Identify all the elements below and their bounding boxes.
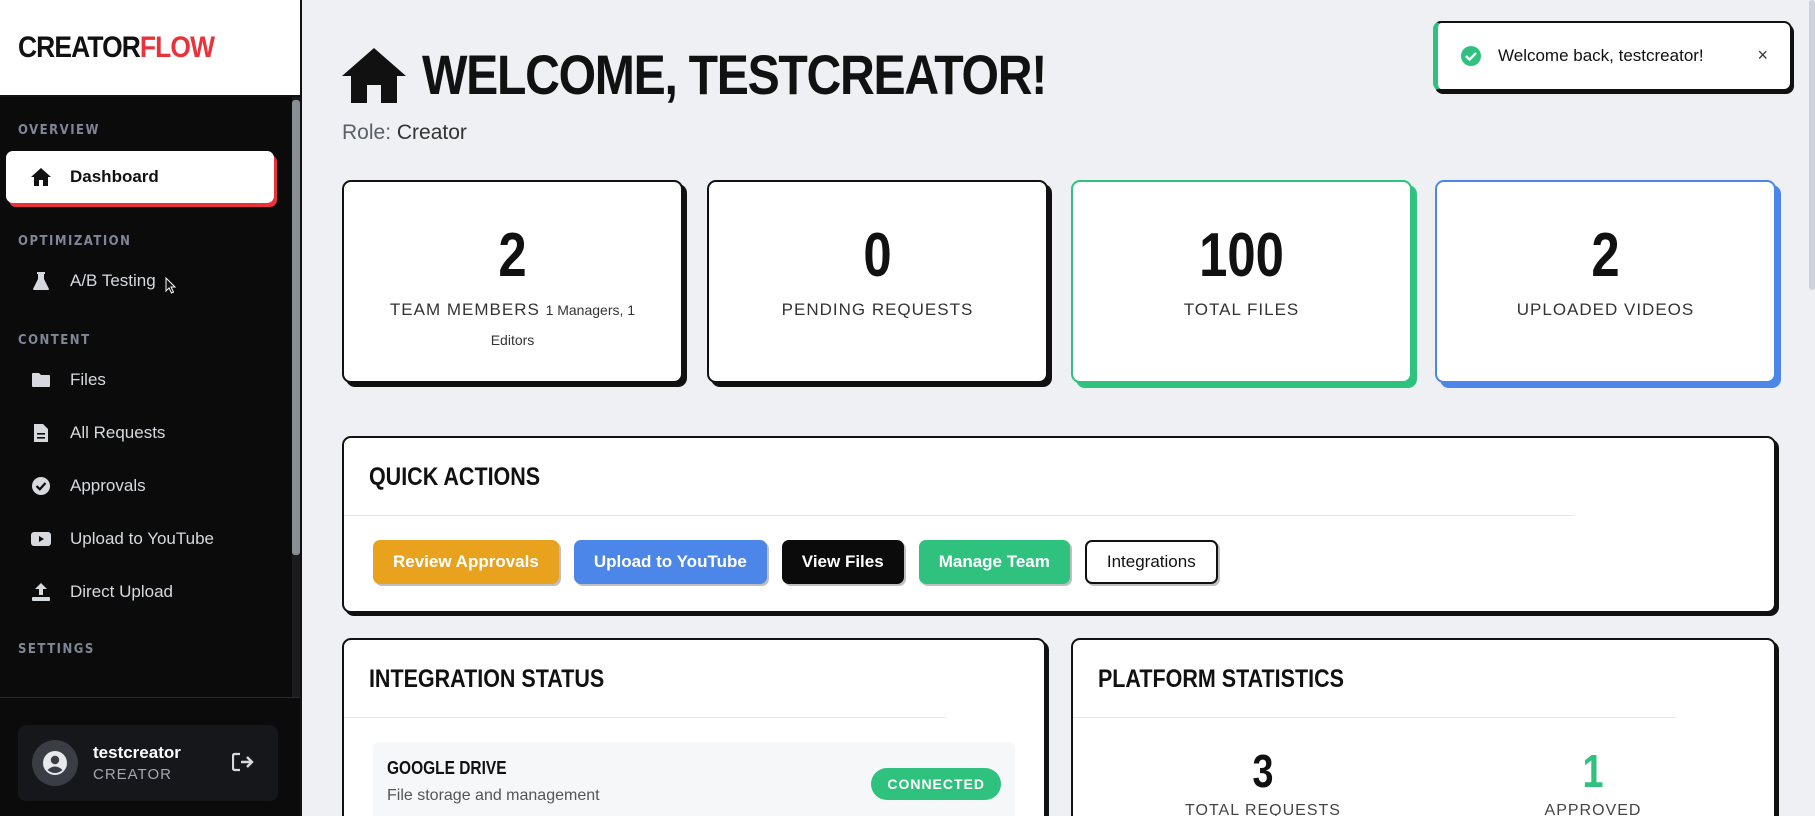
- section-optimization: OPTIMIZATION: [18, 234, 132, 249]
- sidebar-item-label: Direct Upload: [70, 582, 173, 601]
- youtube-icon: [30, 528, 52, 550]
- manage-team-button[interactable]: Manage Team: [918, 540, 1070, 584]
- stat-label: TEAM MEMBERS 1 Managers, 1 Editors: [344, 295, 681, 355]
- sidebar-item-direct-upload[interactable]: Direct Upload: [0, 570, 292, 614]
- main-content: WELCOME, TESTCREATOR! Role: Creator Welc…: [302, 0, 1815, 816]
- brand-name-part2: FLOW: [139, 30, 215, 64]
- platform-stat-value: 1: [1582, 745, 1604, 797]
- stat-label: UPLOADED VIDEOS: [1516, 300, 1695, 319]
- brand-logo[interactable]: CREATORFLOW: [18, 30, 215, 65]
- integration-status-panel: INTEGRATION STATUS GOOGLE DRIVE File sto…: [342, 638, 1046, 816]
- stat-card-team-members: 2 TEAM MEMBERS 1 Managers, 1 Editors: [342, 180, 683, 383]
- role-line: Role: Creator: [342, 121, 467, 145]
- upload-icon: [30, 581, 52, 603]
- welcome-header: WELCOME, TESTCREATOR!: [340, 42, 1148, 107]
- sidebar-nav: OVERVIEW Dashboard OPTIMIZATION A/B Test…: [0, 97, 292, 697]
- main-scrollbar[interactable]: [1809, 0, 1815, 290]
- upload-to-youtube-button[interactable]: Upload to YouTube: [573, 540, 767, 584]
- stat-value: 0: [863, 221, 892, 290]
- user-role: CREATOR: [93, 766, 172, 783]
- sidebar-item-label: Files: [70, 370, 106, 389]
- check-circle-icon: [30, 475, 52, 497]
- document-icon: [30, 422, 52, 444]
- stat-card-pending-requests: 0 PENDING REQUESTS: [707, 180, 1048, 383]
- status-badge: CONNECTED: [871, 768, 1001, 800]
- brand-name-part1: CREATOR: [18, 30, 141, 64]
- quick-actions-buttons: Review Approvals Upload to YouTube View …: [344, 516, 1774, 584]
- home-icon: [342, 47, 406, 103]
- logo-area: CREATORFLOW: [0, 0, 300, 97]
- review-approvals-button[interactable]: Review Approvals: [373, 540, 559, 584]
- integration-name: GOOGLE DRIVE: [387, 758, 507, 778]
- home-icon: [30, 166, 52, 188]
- integrations-button[interactable]: Integrations: [1084, 540, 1218, 584]
- stat-card-total-files: 100 TOTAL FILES: [1071, 180, 1412, 383]
- welcome-toast: Welcome back, testcreator! ×: [1433, 21, 1792, 91]
- avatar: [32, 740, 78, 786]
- stat-card-uploaded-videos: 2 UPLOADED VIDEOS: [1435, 180, 1776, 383]
- stat-value: 2: [1591, 221, 1620, 290]
- mouse-cursor-icon: [165, 277, 177, 294]
- sidebar: CREATORFLOW OVERVIEW Dashboard OPTIMIZAT…: [0, 0, 302, 816]
- page-title: WELCOME, TESTCREATOR!: [422, 43, 1047, 106]
- sidebar-item-dashboard[interactable]: Dashboard: [6, 151, 274, 203]
- stat-value: 2: [498, 221, 527, 290]
- platform-statistics-panel: PLATFORM STATISTICS 3 TOTAL REQUESTS 1 A…: [1071, 638, 1776, 816]
- toast-close-button[interactable]: ×: [1757, 45, 1768, 66]
- quick-actions-panel: QUICK ACTIONS Review Approvals Upload to…: [342, 436, 1776, 613]
- logout-icon[interactable]: [231, 752, 254, 777]
- stat-label-text: TEAM MEMBERS: [389, 300, 540, 319]
- platform-stat-total-requests: 3 TOTAL REQUESTS: [1163, 744, 1363, 816]
- sidebar-item-label: Approvals: [70, 476, 146, 495]
- user-name: testcreator: [93, 743, 181, 762]
- sidebar-item-approvals[interactable]: Approvals: [0, 464, 292, 508]
- section-settings: SETTINGS: [18, 642, 95, 657]
- sidebar-item-label: A/B Testing: [70, 271, 156, 290]
- user-circle-icon: [43, 751, 67, 775]
- view-files-button[interactable]: View Files: [781, 540, 904, 584]
- sidebar-item-files[interactable]: Files: [0, 358, 292, 402]
- user-card[interactable]: testcreator CREATOR: [18, 725, 278, 801]
- stat-value: 100: [1199, 221, 1284, 290]
- panel-title: INTEGRATION STATUS: [344, 640, 946, 718]
- role-label: Role:: [342, 121, 392, 144]
- user-info: testcreator CREATOR: [93, 743, 181, 783]
- platform-stat-label: APPROVED: [1544, 802, 1642, 816]
- flask-icon: [30, 270, 52, 292]
- panel-title: PLATFORM STATISTICS: [1073, 640, 1676, 718]
- sidebar-item-all-requests[interactable]: All Requests: [0, 411, 292, 455]
- section-overview: OVERVIEW: [18, 123, 100, 138]
- folder-icon: [30, 369, 52, 391]
- sidebar-item-upload-youtube[interactable]: Upload to YouTube: [0, 517, 292, 561]
- sidebar-item-label: Upload to YouTube: [70, 529, 214, 548]
- platform-stat-approved: 1 APPROVED: [1493, 744, 1693, 816]
- integration-item-google-drive: GOOGLE DRIVE File storage and management…: [373, 742, 1015, 816]
- role-value: Creator: [396, 121, 467, 144]
- user-bar: testcreator CREATOR: [0, 697, 300, 816]
- sidebar-item-label: Dashboard: [70, 167, 159, 186]
- sidebar-item-label: All Requests: [70, 423, 166, 442]
- section-content: CONTENT: [18, 333, 91, 348]
- platform-stat-value: 3: [1252, 745, 1274, 797]
- stat-label: TOTAL FILES: [1183, 300, 1300, 319]
- stat-label: PENDING REQUESTS: [781, 300, 974, 319]
- sidebar-scrollbar-thumb[interactable]: [292, 100, 300, 555]
- panel-title: QUICK ACTIONS: [344, 438, 1574, 516]
- toast-message: Welcome back, testcreator!: [1498, 46, 1704, 65]
- platform-stat-label: TOTAL REQUESTS: [1185, 802, 1341, 816]
- sidebar-item-ab-testing[interactable]: A/B Testing: [0, 259, 292, 303]
- check-circle-icon: [1461, 46, 1481, 66]
